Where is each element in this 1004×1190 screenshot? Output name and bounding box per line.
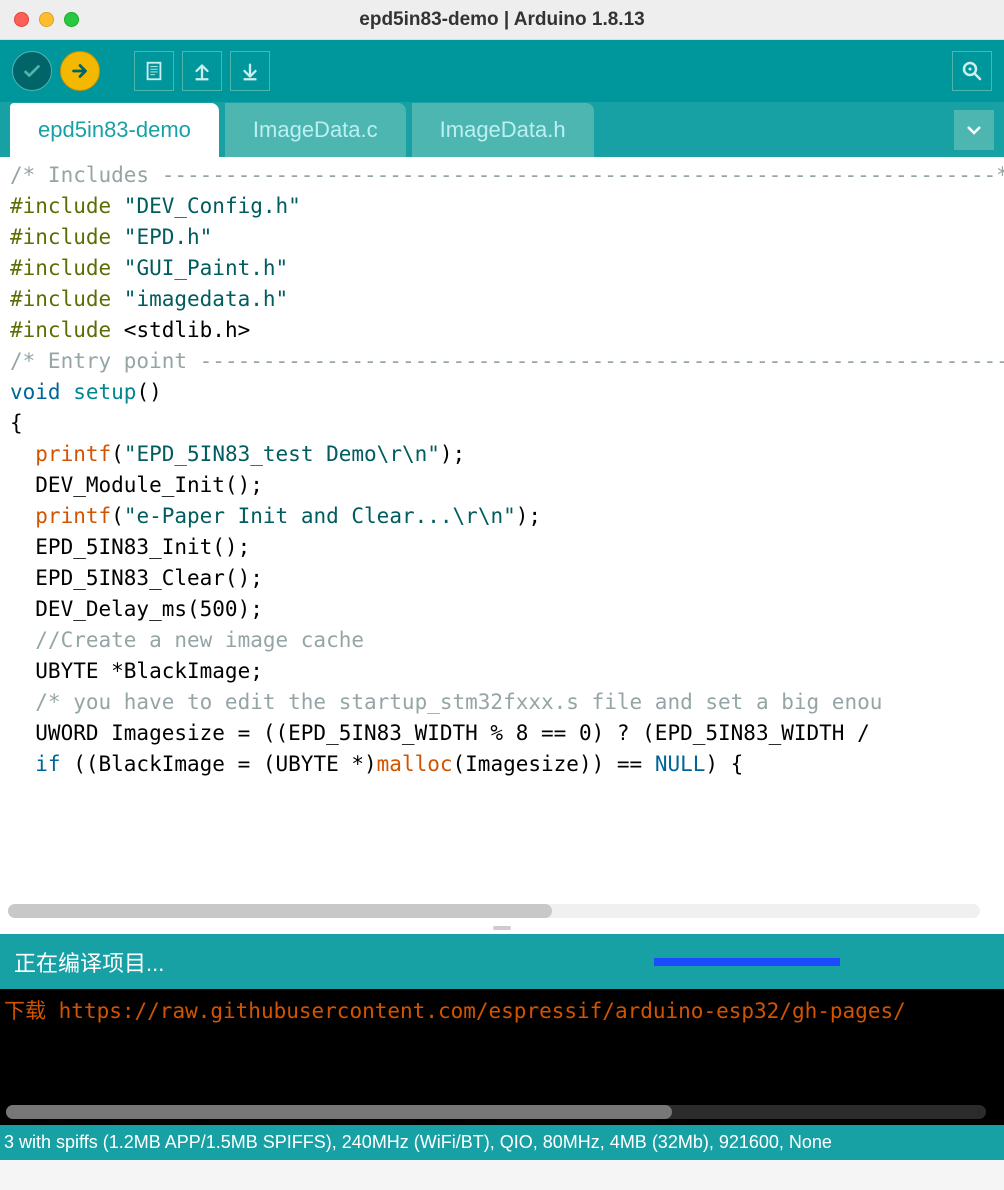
code-text: () <box>136 380 161 404</box>
code-text: ( <box>111 442 124 466</box>
open-button[interactable] <box>182 51 222 91</box>
upload-button[interactable] <box>60 51 100 91</box>
arrow-right-icon <box>69 60 91 82</box>
chevron-down-icon <box>966 125 982 135</box>
code-text: ( <box>111 504 124 528</box>
console-hscroll-thumb[interactable] <box>6 1105 672 1119</box>
code-text: printf <box>10 504 111 528</box>
close-button[interactable] <box>14 12 29 27</box>
code-text: /* Entry point <box>10 349 200 373</box>
editor-hscroll-thumb[interactable] <box>8 904 552 918</box>
code-text: #include <box>10 225 111 249</box>
code-text: void <box>10 380 61 404</box>
window-controls <box>14 12 79 27</box>
toolbar <box>0 40 1004 102</box>
file-icon <box>143 60 165 82</box>
code-text: #include <box>10 287 111 311</box>
code-text: "imagedata.h" <box>111 287 288 311</box>
code-text: #include <box>10 194 111 218</box>
titlebar: epd5in83-demo | Arduino 1.8.13 <box>0 0 1004 40</box>
magnifier-icon <box>960 59 984 83</box>
tab-imagedata-c[interactable]: ImageData.c <box>225 103 406 157</box>
maximize-button[interactable] <box>64 12 79 27</box>
code-text: #include <box>10 318 111 342</box>
new-button[interactable] <box>134 51 174 91</box>
tab-main[interactable]: epd5in83-demo <box>10 103 219 157</box>
code-text: malloc <box>377 752 453 776</box>
code-text: #include <box>10 256 111 280</box>
minimize-button[interactable] <box>39 12 54 27</box>
code-text: ); <box>516 504 541 528</box>
code-text: /* Includes <box>10 163 162 187</box>
code-text: { <box>10 411 23 435</box>
code-text: "EPD.h" <box>111 225 212 249</box>
code-text: "e-Paper Init and Clear...\r\n" <box>124 504 516 528</box>
code-text: EPD_5IN83_Clear(); <box>10 566 263 590</box>
editor-hscrollbar[interactable] <box>8 904 980 918</box>
code-text: DEV_Delay_ms(500); <box>10 597 263 621</box>
code-text: NULL <box>655 752 706 776</box>
code-text: ----------------------------------------… <box>200 349 1004 373</box>
code-text: UWORD Imagesize = ((EPD_5IN83_WIDTH % 8 … <box>10 721 882 745</box>
code-text: ) { <box>705 752 743 776</box>
console-output[interactable]: 下载 https://raw.githubusercontent.com/esp… <box>0 989 1004 1125</box>
code-text: if <box>10 752 61 776</box>
grip-icon <box>493 926 511 930</box>
code-text: UBYTE *BlackImage; <box>10 659 263 683</box>
window-title: epd5in83-demo | Arduino 1.8.13 <box>0 9 1004 31</box>
save-button[interactable] <box>230 51 270 91</box>
tab-bar: epd5in83-demo ImageData.c ImageData.h <box>0 102 1004 157</box>
tab-imagedata-h[interactable]: ImageData.h <box>412 103 594 157</box>
status-bar: 正在编译项目... <box>0 934 1004 989</box>
verify-button[interactable] <box>12 51 52 91</box>
code-text: DEV_Module_Init(); <box>10 473 263 497</box>
code-editor[interactable]: /* Includes ----------------------------… <box>0 157 1004 922</box>
code-text: ----------------------------------------… <box>162 163 1004 187</box>
code-text: EPD_5IN83_Init(); <box>10 535 250 559</box>
splitter-handle[interactable] <box>0 922 1004 934</box>
board-info-bar: 3 with spiffs (1.2MB APP/1.5MB SPIFFS), … <box>0 1125 1004 1160</box>
board-info-text: 3 with spiffs (1.2MB APP/1.5MB SPIFFS), … <box>4 1132 832 1153</box>
compile-progress-fill <box>654 958 840 966</box>
status-text: 正在编译项目... <box>14 946 164 978</box>
code-text: ((BlackImage = (UBYTE *) <box>61 752 377 776</box>
code-text: setup <box>61 380 137 404</box>
console-hscrollbar[interactable] <box>6 1105 986 1119</box>
code-text: ); <box>440 442 465 466</box>
code-text: "DEV_Config.h" <box>111 194 301 218</box>
code-text: <stdlib.h> <box>111 318 250 342</box>
code-text: "EPD_5IN83_test Demo\r\n" <box>124 442 440 466</box>
code-text: (Imagesize)) == <box>453 752 655 776</box>
compile-progress <box>654 958 964 966</box>
code-text: printf <box>10 442 111 466</box>
code-text: "GUI_Paint.h" <box>111 256 288 280</box>
arrow-down-icon <box>239 60 261 82</box>
arrow-up-icon <box>191 60 213 82</box>
code-text: //Create a new image cache <box>10 628 364 652</box>
console-line: 下载 https://raw.githubusercontent.com/esp… <box>4 995 1000 1025</box>
check-icon <box>21 60 43 82</box>
serial-monitor-button[interactable] <box>952 51 992 91</box>
tab-menu-button[interactable] <box>954 110 994 150</box>
code-text: /* you have to edit the startup_stm32fxx… <box>10 690 882 714</box>
